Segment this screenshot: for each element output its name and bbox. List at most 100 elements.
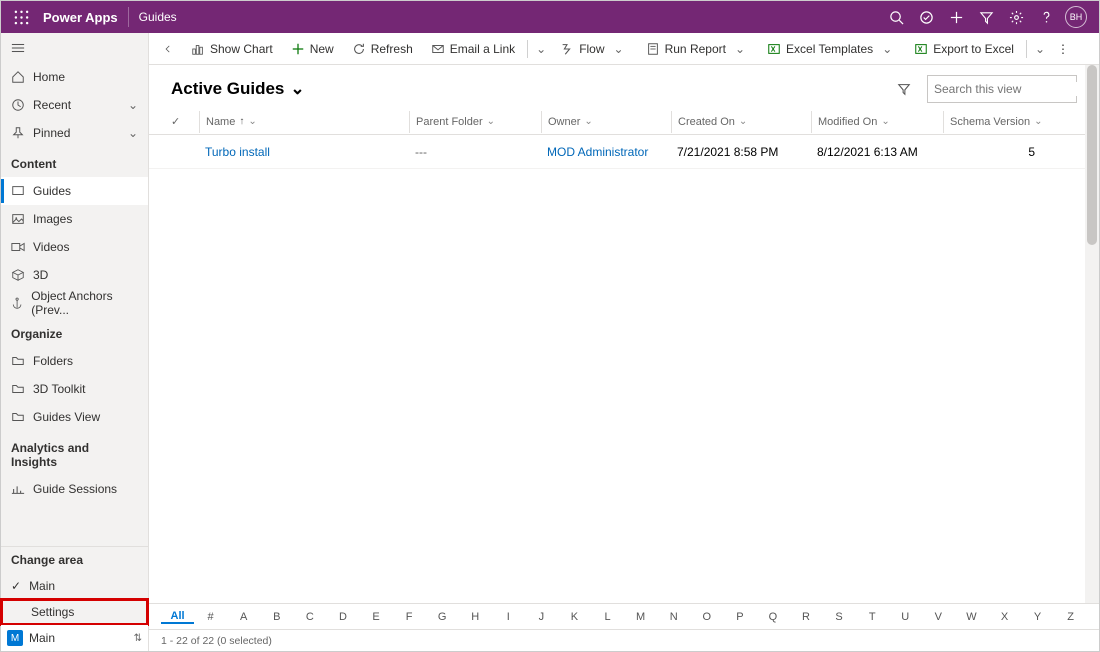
alpha-letter[interactable]: N	[657, 611, 690, 623]
search-input[interactable]	[934, 82, 1089, 96]
email-split-chevron[interactable]: ⌄	[532, 42, 550, 56]
view-selector[interactable]: Active Guides⌄	[171, 79, 305, 99]
back-button[interactable]	[155, 35, 181, 63]
alpha-letter[interactable]: A	[227, 611, 260, 623]
alpha-letter[interactable]: #	[194, 611, 227, 623]
nav-guides-view[interactable]: Guides View	[1, 403, 148, 431]
column-headers: ✓ Name↑⌄ Parent Folder⌄ Owner⌄ Created O…	[149, 109, 1099, 135]
alpha-letter[interactable]: Q	[756, 611, 789, 623]
col-created[interactable]: Created On⌄	[671, 111, 811, 133]
nav-guide-sessions[interactable]: Guide Sessions	[1, 475, 148, 503]
alpha-letter[interactable]: P	[723, 611, 756, 623]
excel-templates-button[interactable]: Excel Templates⌄	[759, 35, 904, 63]
nav-recent[interactable]: Recent⌄	[1, 91, 148, 119]
chevron-down-icon: ⌄	[1034, 116, 1042, 127]
area-main[interactable]: ✓Main	[1, 573, 148, 599]
search-icon[interactable]	[881, 1, 911, 33]
row-owner-link[interactable]: MOD Administrator	[541, 145, 671, 159]
col-owner[interactable]: Owner⌄	[541, 111, 671, 133]
alpha-letter[interactable]: O	[690, 611, 723, 623]
settings-icon[interactable]	[1001, 1, 1031, 33]
excel-icon	[914, 42, 928, 56]
alpha-letter[interactable]: V	[922, 611, 955, 623]
sort-asc-icon: ↑	[239, 116, 244, 127]
task-icon[interactable]	[911, 1, 941, 33]
alpha-letter[interactable]: Y	[1021, 611, 1054, 623]
flow-icon	[560, 42, 574, 56]
col-name[interactable]: Name↑⌄	[199, 111, 409, 133]
refresh-button[interactable]: Refresh	[344, 35, 421, 63]
alpha-letter[interactable]: I	[492, 611, 525, 623]
alpha-letter[interactable]: F	[393, 611, 426, 623]
filter-icon[interactable]	[971, 1, 1001, 33]
nav-home[interactable]: Home	[1, 63, 148, 91]
add-icon[interactable]	[941, 1, 971, 33]
alpha-letter[interactable]: H	[459, 611, 492, 623]
nav-3d[interactable]: 3D	[1, 261, 148, 289]
alpha-letter[interactable]: W	[955, 611, 988, 623]
nav-videos[interactable]: Videos	[1, 233, 148, 261]
vertical-scrollbar[interactable]	[1085, 65, 1099, 603]
user-avatar[interactable]: BH	[1061, 1, 1091, 33]
chevron-down-icon: ⌄	[248, 116, 256, 127]
button-label: Flow	[579, 42, 604, 56]
app-launcher-icon[interactable]	[9, 10, 33, 25]
alpha-letter[interactable]: D	[326, 611, 359, 623]
alpha-letter[interactable]: S	[823, 611, 856, 623]
col-label: Schema Version	[950, 116, 1030, 128]
nav-label: Home	[33, 70, 65, 84]
export-split-chevron[interactable]: ⌄	[1031, 42, 1049, 56]
alpha-letter[interactable]: C	[293, 611, 326, 623]
nav-collapse-icon[interactable]	[1, 33, 148, 63]
run-report-button[interactable]: Run Report⌄	[638, 35, 757, 63]
alpha-all[interactable]: All	[161, 610, 194, 624]
select-all[interactable]: ✓	[171, 111, 199, 133]
app-title[interactable]: Power Apps	[33, 7, 129, 27]
alpha-letter[interactable]: R	[789, 611, 822, 623]
table-row[interactable]: Turbo install --- MOD Administrator 7/21…	[149, 135, 1099, 169]
image-icon	[11, 212, 25, 226]
col-schema[interactable]: Schema Version ⌄	[943, 111, 1075, 133]
overflow-menu[interactable]: ⋮	[1051, 35, 1075, 63]
alpha-letter[interactable]: T	[856, 611, 889, 623]
area-current[interactable]: M Main ⇅	[1, 625, 148, 651]
nav-images[interactable]: Images	[1, 205, 148, 233]
anchor-icon	[11, 296, 23, 310]
chevron-down-icon: ⌄	[610, 42, 628, 56]
alpha-letter[interactable]: E	[359, 611, 392, 623]
folder-icon	[11, 382, 25, 396]
alpha-letter[interactable]: J	[525, 611, 558, 623]
nav-3d-toolkit[interactable]: 3D Toolkit	[1, 375, 148, 403]
col-modified[interactable]: Modified On⌄	[811, 111, 943, 133]
area-switcher-title: Change area	[1, 547, 148, 573]
help-icon[interactable]	[1031, 1, 1061, 33]
export-excel-button[interactable]: Export to Excel	[906, 35, 1022, 63]
flow-button[interactable]: Flow ⌄	[552, 35, 635, 63]
nav-object-anchors[interactable]: Object Anchors (Prev...	[1, 289, 148, 317]
area-settings[interactable]: Settings	[1, 599, 148, 625]
email-link-button[interactable]: Email a Link	[423, 35, 523, 63]
row-name-link[interactable]: Turbo install	[199, 145, 409, 159]
chevron-down-icon: ⌄	[128, 98, 138, 112]
col-parent[interactable]: Parent Folder⌄	[409, 111, 541, 133]
alpha-letter[interactable]: Z	[1054, 611, 1087, 623]
nav-guides[interactable]: Guides	[1, 177, 148, 205]
alpha-letter[interactable]: K	[558, 611, 591, 623]
chevron-down-icon: ⌄	[128, 126, 138, 140]
column-filter-icon[interactable]	[891, 76, 917, 102]
alpha-letter[interactable]: L	[591, 611, 624, 623]
nav-folders[interactable]: Folders	[1, 347, 148, 375]
folder-icon	[11, 410, 25, 424]
alpha-letter[interactable]: U	[889, 611, 922, 623]
new-button[interactable]: New	[283, 35, 342, 63]
alpha-letter[interactable]: M	[624, 611, 657, 623]
alpha-letter[interactable]: B	[260, 611, 293, 623]
nav-label: Videos	[33, 240, 69, 254]
chevron-down-icon: ⌄	[731, 42, 749, 56]
scroll-thumb[interactable]	[1087, 65, 1097, 245]
alpha-letter[interactable]: X	[988, 611, 1021, 623]
show-chart-button[interactable]: Show Chart	[183, 35, 281, 63]
nav-pinned[interactable]: Pinned⌄	[1, 119, 148, 147]
search-box[interactable]	[927, 75, 1077, 103]
alpha-letter[interactable]: G	[426, 611, 459, 623]
